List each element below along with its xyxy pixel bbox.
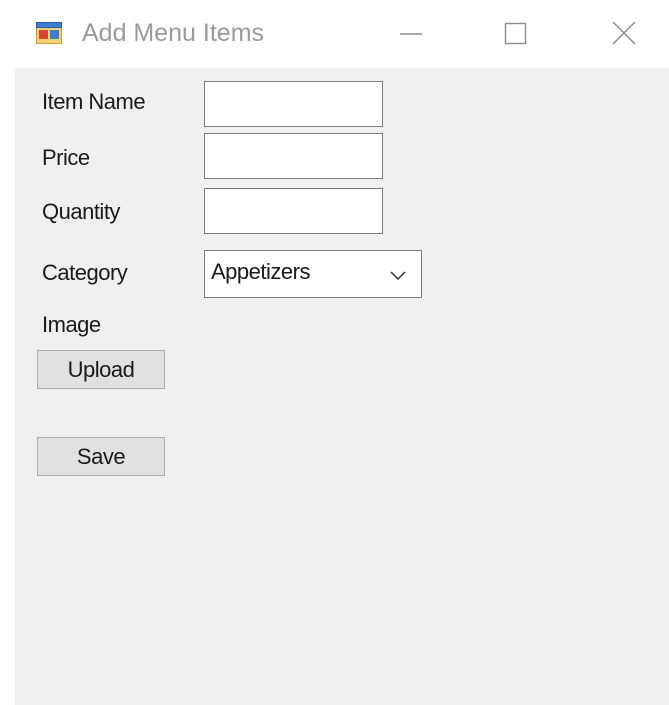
chevron-down-icon xyxy=(390,271,406,281)
close-icon xyxy=(612,21,636,45)
quantity-label: Quantity xyxy=(42,199,120,224)
window-title: Add Menu Items xyxy=(82,19,265,47)
item-name-field[interactable] xyxy=(204,81,383,127)
category-select[interactable]: Appetizers xyxy=(204,250,422,298)
quantity-field[interactable] xyxy=(204,188,383,234)
image-label: Image xyxy=(42,312,101,337)
maximize-button[interactable] xyxy=(485,0,545,68)
add-menu-items-window: Add Menu Items Item Name Price Quantity … xyxy=(0,0,669,705)
minimize-button[interactable] xyxy=(380,0,440,68)
save-button[interactable]: Save xyxy=(37,437,165,476)
close-button[interactable] xyxy=(594,0,654,68)
price-input[interactable] xyxy=(205,134,382,178)
form-client-area: Item Name Price Quantity Category Appeti… xyxy=(15,68,669,705)
price-field[interactable] xyxy=(204,133,383,179)
category-selected-value: Appetizers xyxy=(211,259,310,284)
title-bar[interactable]: Add Menu Items xyxy=(0,0,669,68)
item-name-input[interactable] xyxy=(205,82,382,126)
quantity-input[interactable] xyxy=(205,189,382,233)
upload-button[interactable]: Upload xyxy=(37,350,165,389)
price-label: Price xyxy=(42,145,90,170)
maximize-icon xyxy=(504,22,527,45)
minimize-icon xyxy=(400,33,422,35)
app-icon xyxy=(36,22,62,44)
item-name-label: Item Name xyxy=(42,89,146,114)
category-label: Category xyxy=(42,260,128,285)
